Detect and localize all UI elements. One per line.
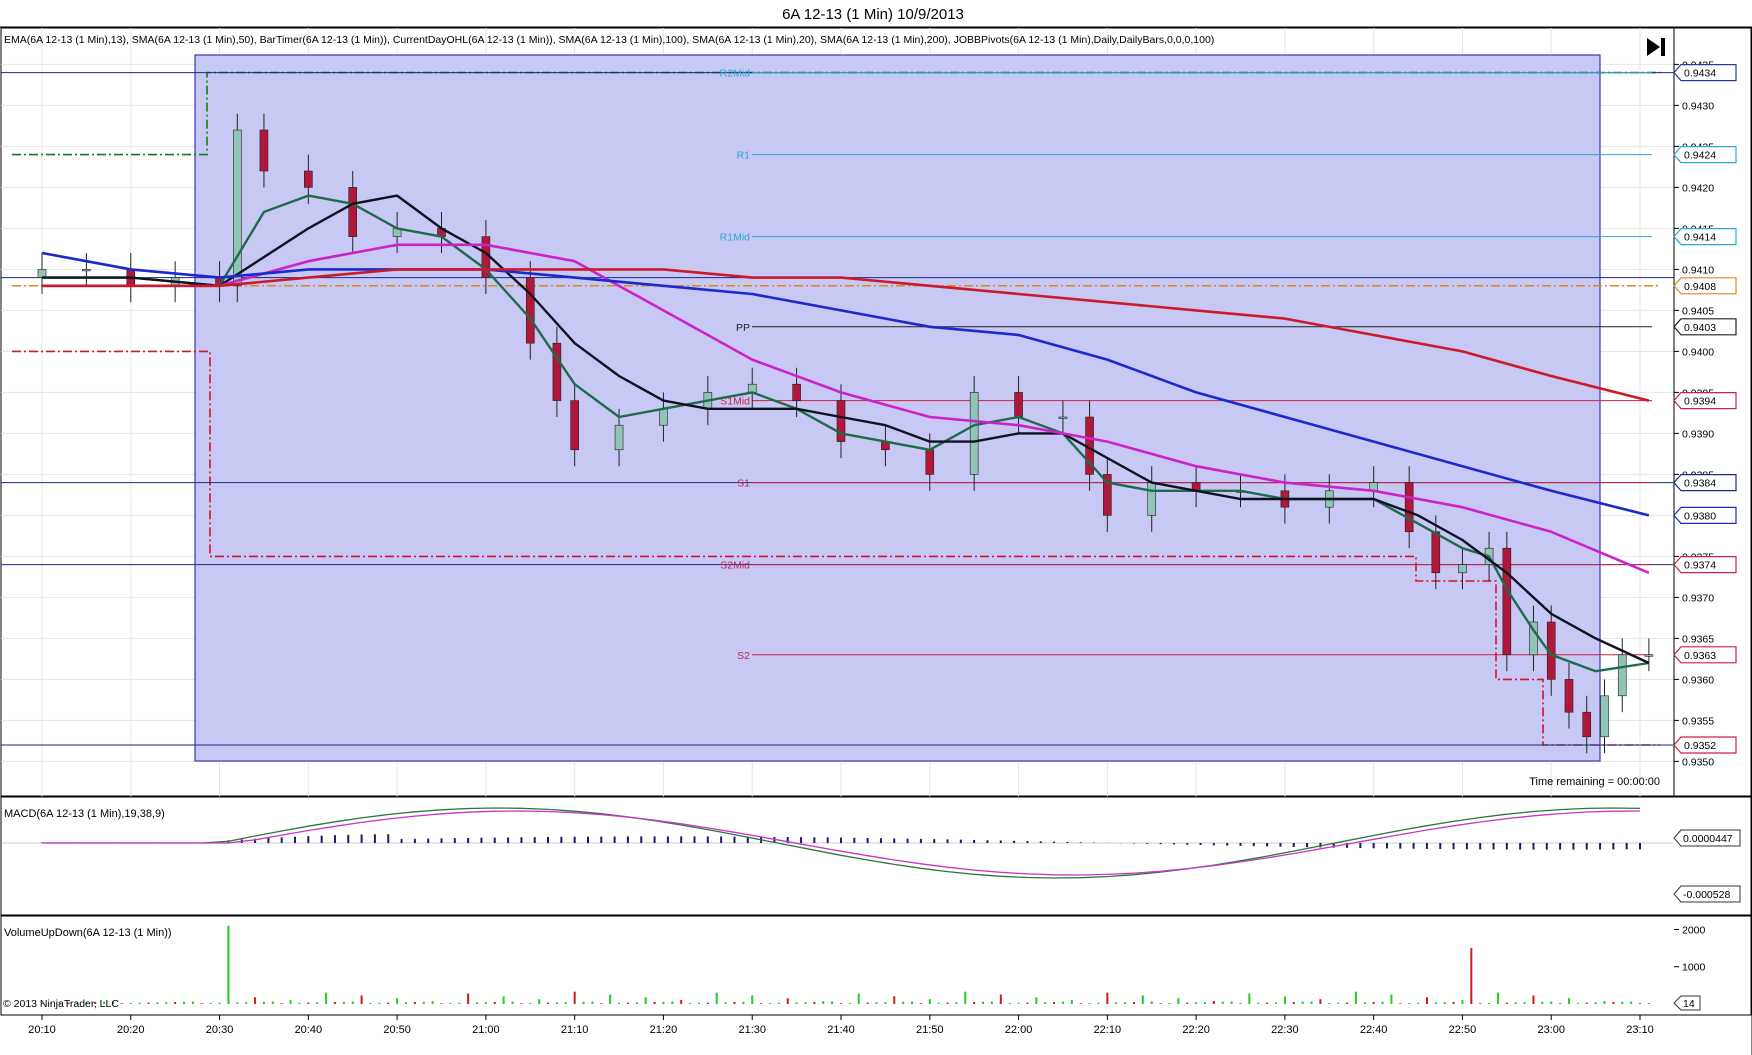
price-marker-label: 0.9424 bbox=[1684, 150, 1716, 162]
candle bbox=[570, 400, 579, 451]
price-marker-label: 0.9380 bbox=[1684, 510, 1716, 522]
candle bbox=[348, 187, 358, 237]
candle bbox=[1644, 654, 1654, 657]
price-marker-label: 0.9352 bbox=[1684, 740, 1716, 752]
price-marker-label: 0.9434 bbox=[1684, 68, 1716, 80]
x-tick-label: 20:20 bbox=[117, 1024, 145, 1036]
x-tick-label: 23:00 bbox=[1537, 1024, 1565, 1036]
candle bbox=[925, 449, 935, 475]
candle bbox=[1058, 416, 1068, 419]
candle bbox=[525, 277, 535, 344]
price-marker-label: 0.9374 bbox=[1684, 560, 1716, 572]
candle bbox=[792, 383, 801, 401]
vol-y-tick-label: 2000 bbox=[1682, 924, 1706, 936]
vol-y-tick-label: 1000 bbox=[1682, 962, 1706, 974]
x-tick-label: 20:50 bbox=[383, 1024, 411, 1036]
price-marker-label: 0.9403 bbox=[1684, 322, 1716, 334]
price-marker-label: 0.9414 bbox=[1684, 232, 1716, 244]
price-marker-label: 0.9408 bbox=[1684, 281, 1716, 293]
macd-label: MACD(6A 12-13 (1 Min),19,38,9) bbox=[4, 808, 165, 820]
y-tick-label: 0.9400 bbox=[1682, 346, 1714, 358]
pivot-label-s2: S2 bbox=[737, 650, 750, 662]
candle bbox=[969, 392, 979, 475]
time-axis: 20:10 20:20 20:30 20:40 20:50 21:00 21:10 21:20… bbox=[28, 1015, 1654, 1036]
x-tick-label: 22:00 bbox=[1005, 1024, 1033, 1036]
indicator-list: EMA(6A 12-13 (1 Min),13), SMA(6A 12-13 (… bbox=[4, 34, 1214, 46]
pivot-label-s2mid: S2Mid bbox=[720, 560, 750, 572]
x-tick-label: 22:10 bbox=[1094, 1024, 1122, 1036]
candle bbox=[1404, 482, 1414, 533]
x-tick-label: 22:20 bbox=[1182, 1024, 1210, 1036]
pivot-label-r1: R1 bbox=[737, 150, 751, 162]
candle bbox=[614, 424, 624, 451]
price-marker-label: 0.9363 bbox=[1684, 650, 1716, 662]
candle bbox=[1564, 679, 1574, 713]
y-tick-label: 0.9420 bbox=[1682, 182, 1714, 194]
y-tick-label: 0.9355 bbox=[1682, 715, 1714, 727]
chart-canvas: 6A 12-13 (1 Min) 10/9/2013 R2Mid R1 R1Mid P… bbox=[0, 6, 1752, 1055]
window-title: 6A 12-13 (1 Min) 10/9/2013 bbox=[782, 6, 964, 23]
time-remaining: Time remaining = 00:00:00 bbox=[1529, 776, 1660, 788]
candle bbox=[304, 170, 313, 188]
x-tick-label: 20:30 bbox=[206, 1024, 234, 1036]
copyright: © 2013 NinjaTrader, LLC bbox=[3, 998, 119, 1010]
x-tick-label: 20:40 bbox=[295, 1024, 323, 1036]
y-tick-label: 0.9390 bbox=[1682, 428, 1714, 440]
pivot-label-r2mid: R2Mid bbox=[720, 68, 751, 80]
candle bbox=[1014, 392, 1023, 418]
x-tick-label: 22:50 bbox=[1449, 1024, 1477, 1036]
pivot-label-pp: PP bbox=[736, 322, 750, 334]
candle bbox=[1582, 711, 1592, 738]
x-tick-label: 21:20 bbox=[650, 1024, 678, 1036]
y-tick-label: 0.9405 bbox=[1682, 305, 1714, 317]
price-marker-label: 0.9384 bbox=[1684, 478, 1716, 490]
skip-to-end-icon[interactable] bbox=[1640, 33, 1670, 61]
candle bbox=[1502, 547, 1512, 656]
candle bbox=[659, 408, 668, 426]
x-tick-label: 23:10 bbox=[1626, 1024, 1654, 1036]
candle bbox=[259, 129, 269, 172]
candle bbox=[1458, 564, 1467, 574]
candle bbox=[37, 269, 47, 278]
y-tick-label: 0.9350 bbox=[1682, 756, 1714, 768]
candle bbox=[747, 383, 757, 393]
y-tick-label: 0.9360 bbox=[1682, 674, 1714, 686]
x-tick-label: 21:50 bbox=[916, 1024, 944, 1036]
x-tick-label: 22:40 bbox=[1360, 1024, 1388, 1036]
y-tick-label: 0.9365 bbox=[1682, 633, 1714, 645]
x-tick-label: 20:10 bbox=[28, 1024, 56, 1036]
macd-panel bbox=[0, 796, 1752, 916]
volume-marker-label: 14 bbox=[1683, 998, 1695, 1010]
pivot-label-s1: S1 bbox=[737, 478, 750, 490]
volume-label: VolumeUpDown(6A 12-13 (1 Min)) bbox=[4, 927, 172, 939]
x-tick-label: 22:30 bbox=[1271, 1024, 1299, 1036]
x-tick-label: 21:40 bbox=[827, 1024, 855, 1036]
x-tick-label: 21:00 bbox=[472, 1024, 500, 1036]
macd-marker-label: -0.000528 bbox=[1683, 889, 1730, 901]
candle bbox=[82, 269, 91, 272]
x-tick-label: 21:10 bbox=[561, 1024, 589, 1036]
macd-marker-label: 0.0000447 bbox=[1683, 833, 1733, 845]
pivot-label-r1mid: R1Mid bbox=[720, 232, 751, 244]
volume-panel bbox=[0, 915, 1752, 1016]
x-tick-label: 21:30 bbox=[738, 1024, 766, 1036]
y-tick-label: 0.9410 bbox=[1682, 264, 1714, 276]
candle bbox=[1147, 482, 1157, 516]
y-tick-label: 0.9430 bbox=[1682, 100, 1714, 112]
candle bbox=[836, 400, 846, 442]
price-marker-label: 0.9394 bbox=[1684, 396, 1716, 408]
y-tick-label: 0.9370 bbox=[1682, 592, 1714, 604]
candle bbox=[1431, 531, 1441, 574]
candle bbox=[1600, 695, 1609, 738]
candle bbox=[1617, 654, 1627, 697]
